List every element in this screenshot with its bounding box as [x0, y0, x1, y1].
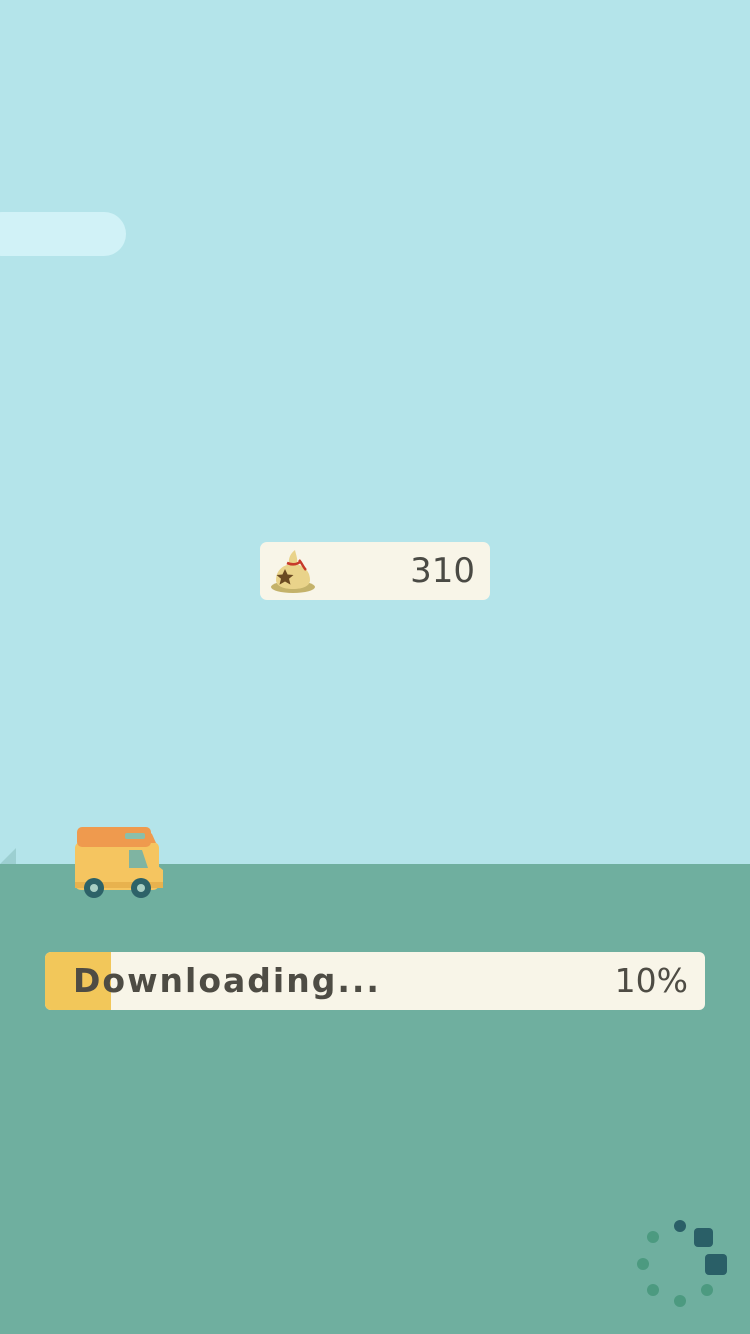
- bells-count: 310: [410, 551, 475, 591]
- hill-edge: [0, 848, 16, 864]
- loading-screen: 310 Downloading... 10%: [0, 0, 750, 1334]
- loading-spinner-icon: [637, 1220, 727, 1307]
- download-progress-bar: Downloading... 10%: [45, 952, 705, 1010]
- bells-balance: 310: [260, 542, 490, 600]
- camper-van-icon: [75, 827, 163, 898]
- bell-bag-icon: [271, 550, 315, 593]
- download-status-label: Downloading...: [73, 961, 381, 1000]
- download-percent: 10%: [614, 961, 688, 1000]
- cloud: [0, 212, 126, 256]
